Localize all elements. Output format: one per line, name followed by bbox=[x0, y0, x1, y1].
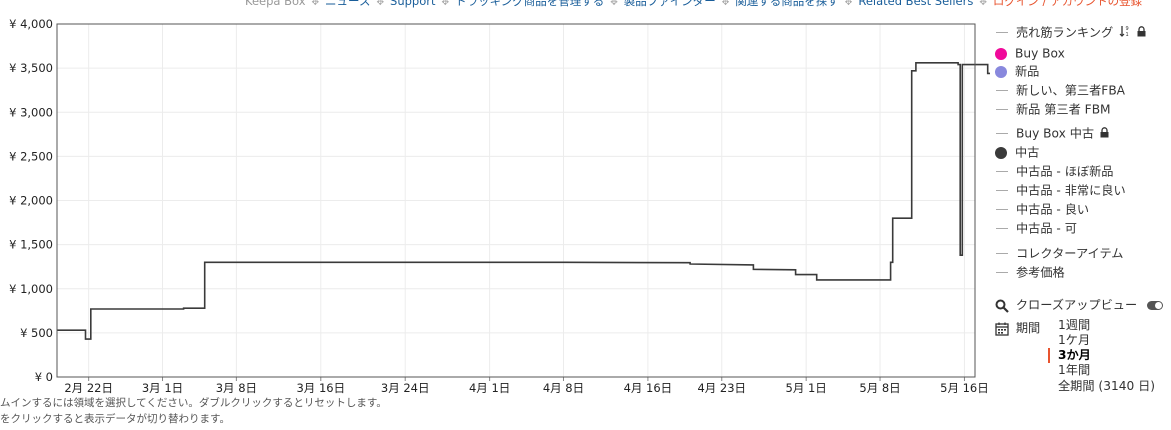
legend-dash-icon bbox=[996, 90, 1008, 91]
magnifier-icon bbox=[995, 299, 1009, 313]
period-option-2[interactable]: 3か月 bbox=[1048, 348, 1091, 363]
legend-dash-icon bbox=[996, 190, 1008, 191]
price-history-chart[interactable]: ¥ 0 ¥ 500 ¥ 1,000 ¥ 1,500 ¥ 2,000 ¥ 2,500 ¥ 3,… bbox=[0, 0, 990, 400]
y-tick-label: ¥ 2,500 bbox=[9, 149, 53, 163]
legend-label: 中古 bbox=[1015, 145, 1040, 160]
help-text-toggle: をクリックすると表示データが切り替わります。 bbox=[0, 413, 230, 425]
x-tick-label: 3月 24日 bbox=[381, 381, 430, 395]
closeup-label: クローズアップビュー bbox=[1015, 298, 1138, 312]
period-option-0[interactable]: 1週間 bbox=[1058, 318, 1090, 333]
legend-dot-icon bbox=[995, 146, 1007, 159]
y-tick-label: ¥ 3,000 bbox=[9, 105, 53, 119]
legend-label: 中古品 - ほぼ新品 bbox=[1016, 164, 1114, 179]
legend-item-10[interactable]: 中古品 - 可 bbox=[995, 219, 1077, 237]
legend-label: 中古品 - 可 bbox=[1016, 221, 1077, 236]
legend-item-8[interactable]: 中古品 - 非常に良い bbox=[995, 181, 1126, 199]
legend-item-12[interactable]: 参考価格 bbox=[995, 263, 1065, 281]
legend-label: 中古品 - 良い bbox=[1016, 202, 1090, 217]
legend-item-4[interactable]: 新品 第三者 FBM bbox=[995, 100, 1111, 118]
legend-dash-icon bbox=[996, 253, 1008, 254]
legend-label: 新しい、第三者FBA bbox=[1016, 83, 1126, 98]
legend-label: 新品 第三者 FBM bbox=[1016, 102, 1111, 117]
legend-dot-icon bbox=[995, 65, 1007, 78]
y-tick-label: ¥ 0 bbox=[35, 370, 53, 384]
legend-dash-icon bbox=[996, 171, 1008, 172]
period-option-3[interactable]: 1年間 bbox=[1058, 363, 1090, 378]
y-tick-label: ¥ 3,500 bbox=[9, 61, 53, 75]
legend-label: 中古品 - 非常に良い bbox=[1016, 183, 1126, 198]
x-tick-label: 3月 8日 bbox=[216, 381, 257, 395]
legend-dash-icon bbox=[996, 272, 1008, 273]
legend-item-11[interactable]: コレクターアイテム bbox=[995, 244, 1124, 262]
legend-item-6[interactable]: 中古 bbox=[995, 143, 1039, 161]
closeup-switch[interactable] bbox=[1147, 301, 1164, 310]
legend-label: Buy Box bbox=[1015, 46, 1065, 61]
y-tick-label: ¥ 1,500 bbox=[9, 238, 53, 252]
legend-label: 新品 bbox=[1015, 64, 1040, 79]
period-option-4[interactable]: 全期間 (3140 日) bbox=[1058, 379, 1155, 394]
x-tick-label: 4月 16日 bbox=[624, 381, 673, 395]
x-tick-label: 4月 1日 bbox=[469, 381, 510, 395]
legend-item-0[interactable]: 売れ筋ランキング 9 1 bbox=[995, 23, 1146, 41]
x-tick-label: 3月 1日 bbox=[142, 381, 183, 395]
x-tick-label: 4月 23日 bbox=[697, 381, 746, 395]
x-tick-label: 5月 16日 bbox=[940, 381, 989, 395]
x-tick-label: 5月 8日 bbox=[859, 381, 900, 395]
legend-dash-icon bbox=[996, 32, 1008, 33]
legend-dot-icon bbox=[995, 47, 1007, 60]
x-tick-label: 5月 1日 bbox=[786, 381, 827, 395]
y-tick-label: ¥ 500 bbox=[20, 326, 53, 340]
period-selector: 期間 1週間 1ケ月 3か月 1年間 全期間 (3140 日) bbox=[995, 318, 1155, 393]
legend-dash-icon bbox=[996, 209, 1008, 210]
legend-item-3[interactable]: 新しい、第三者FBA bbox=[995, 81, 1125, 99]
keepa-chart-panel: Keepa Box ✥ ニュース ✥ Support ✥ トラッキング商品を管理する ✥ 製品フ… bbox=[0, 0, 1171, 430]
legend-dash-icon bbox=[996, 109, 1008, 110]
y-tick-label: ¥ 4,000 bbox=[9, 17, 53, 31]
nav-item-7[interactable]: ログイン / アカウントの登録 bbox=[993, 0, 1142, 9]
legend-label: コレクターアイテム bbox=[1016, 246, 1124, 261]
legend-dash-icon bbox=[996, 133, 1008, 134]
period-label: 期間 bbox=[1015, 321, 1041, 335]
svg-text:1: 1 bbox=[1126, 32, 1129, 37]
lock-icon bbox=[1137, 24, 1146, 42]
legend-item-5[interactable]: Buy Box 中古 bbox=[995, 124, 1109, 142]
legend-item-7[interactable]: 中古品 - ほぼ新品 bbox=[995, 162, 1113, 180]
x-tick-label: 3月 16日 bbox=[296, 381, 345, 395]
x-tick-label: 2月 22日 bbox=[64, 381, 113, 395]
calendar-icon bbox=[995, 322, 1009, 336]
sort-icon[interactable]: 91 bbox=[1119, 24, 1131, 42]
legend-dash-icon bbox=[996, 228, 1008, 229]
help-text-zoom: ムインするには領域を選択してください。ダブルクリックするとリセットします。 bbox=[0, 397, 387, 409]
legend-item-1[interactable]: Buy Box bbox=[995, 44, 1065, 62]
closeup-view-toggle[interactable]: クローズアップビュー bbox=[995, 295, 1164, 313]
x-tick-label: 4月 8日 bbox=[543, 381, 584, 395]
y-tick-label: ¥ 1,000 bbox=[9, 282, 53, 296]
legend-label: Buy Box 中古 bbox=[1016, 126, 1095, 141]
period-option-1[interactable]: 1ケ月 bbox=[1058, 333, 1090, 348]
legend-label: 売れ筋ランキング bbox=[1016, 25, 1114, 40]
legend-item-9[interactable]: 中古品 - 良い bbox=[995, 200, 1089, 218]
legend-label: 参考価格 bbox=[1016, 265, 1065, 280]
lock-icon bbox=[1100, 125, 1109, 143]
y-tick-label: ¥ 2,000 bbox=[9, 194, 53, 208]
legend-item-2[interactable]: 新品 bbox=[995, 62, 1039, 80]
